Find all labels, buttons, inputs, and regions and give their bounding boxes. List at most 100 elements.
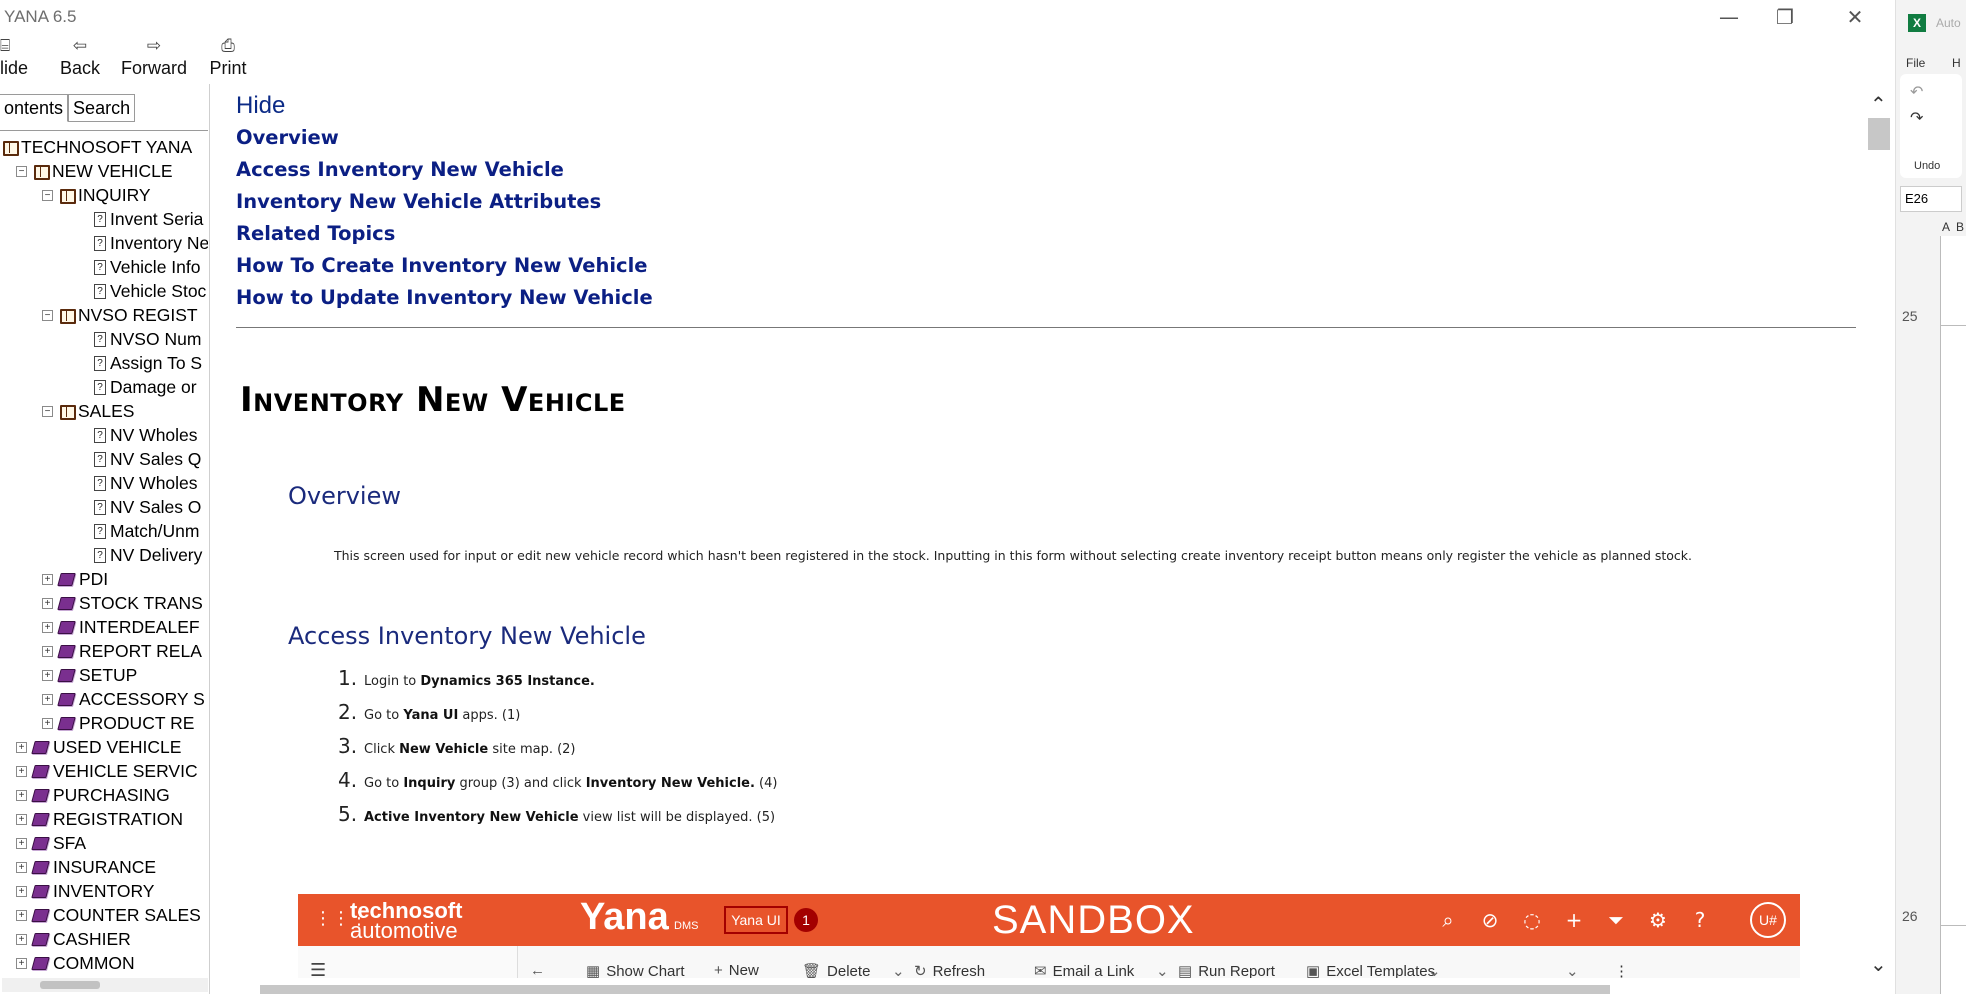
expand-icon[interactable]: + (16, 885, 27, 897)
closed-book-icon (57, 620, 76, 634)
hide-link[interactable]: Hide (236, 92, 285, 120)
tree-item-label: Invent Seria (110, 209, 204, 229)
expand-icon[interactable]: + (42, 717, 53, 729)
command-label: Delete (827, 962, 871, 980)
expand-icon[interactable]: + (16, 765, 27, 777)
back-button[interactable]: ⇦ Back (58, 34, 102, 82)
tree-item[interactable]: + REPORT RELA (42, 639, 202, 663)
tree-item[interactable]: − NVSO REGIST (42, 303, 198, 327)
command-label: Refresh (932, 962, 986, 980)
nav-horizontal-scrollbar[interactable] (2, 978, 208, 992)
nav-scroll-thumb[interactable] (40, 981, 100, 989)
step-fragment: Click (364, 742, 400, 757)
tree-item[interactable]: + ACCESSORY S (42, 687, 205, 711)
toc-link-access[interactable]: Access Inventory New Vehicle (236, 158, 564, 181)
tree-item[interactable]: + CASHIER (16, 927, 131, 951)
excel-col-a: A (1942, 220, 1951, 234)
tree-item[interactable]: ? NVSO Num (74, 327, 201, 351)
tree-item[interactable]: ? Vehicle Info (74, 255, 200, 279)
tree-item[interactable]: ? Match/Unm (74, 519, 199, 543)
tab-contents[interactable]: ontents (0, 94, 69, 122)
tree-item[interactable]: − SALES (42, 399, 134, 423)
tree-item[interactable]: ? Invent Seria (74, 207, 203, 231)
tree-item[interactable]: + PURCHASING (16, 783, 170, 807)
tree-item[interactable]: + PRODUCT RE (42, 711, 194, 735)
hide-button[interactable]: ⌸ lide (0, 34, 30, 82)
access-step: 4. Go to Inquiry group (3) and click Inve… (338, 768, 777, 792)
expand-icon[interactable]: + (42, 573, 53, 585)
tree-item[interactable]: ? Assign To S (74, 351, 202, 375)
tree-item[interactable]: ? NV Delivery (74, 543, 202, 567)
expand-icon[interactable]: + (42, 669, 53, 681)
tree-item[interactable]: + SETUP (42, 663, 137, 687)
open-book-icon (59, 308, 76, 324)
close-button[interactable]: ✕ (1826, 2, 1884, 32)
expand-icon[interactable]: + (16, 909, 27, 921)
minimize-button[interactable]: — (1700, 2, 1758, 32)
toc-link-how-to-create[interactable]: How To Create Inventory New Vehicle (236, 254, 648, 277)
expand-icon[interactable]: + (16, 837, 27, 849)
excel-name-box[interactable]: E26 (1900, 186, 1962, 212)
hide-button-label: lide (0, 58, 29, 78)
tree-item-label: COUNTER SALES (53, 905, 201, 925)
expand-icon[interactable]: + (16, 861, 27, 873)
tab-search[interactable]: Search (68, 94, 136, 122)
tree-item[interactable]: + USED VEHICLE (16, 735, 181, 759)
tree-item[interactable]: ? NV Sales O (74, 495, 201, 519)
content-hscroll-thumb[interactable] (260, 985, 1610, 994)
excel-tab-home[interactable]: H (1952, 56, 1961, 70)
expand-icon[interactable]: + (16, 813, 27, 825)
excel-grid[interactable] (1940, 236, 1966, 994)
excel-tab-file[interactable]: File (1906, 56, 1925, 70)
content-vertical-scrollbar[interactable]: ⌃ ⌄ (1864, 84, 1895, 994)
scroll-up-icon[interactable]: ⌃ (1870, 92, 1887, 116)
print-button[interactable]: ⎙ Print (206, 34, 250, 82)
expand-icon[interactable]: + (42, 597, 53, 609)
expand-icon[interactable]: + (42, 621, 53, 633)
collapse-icon[interactable]: − (42, 405, 53, 417)
tree-item[interactable]: TECHNOSOFT YANA (2, 135, 192, 159)
tree-item-label: CASHIER (53, 929, 131, 949)
expand-icon[interactable]: + (16, 957, 27, 969)
tree-item[interactable]: ? NV Wholes (74, 423, 198, 447)
expand-icon[interactable]: + (42, 645, 53, 657)
content-scroll-thumb[interactable] (1868, 118, 1890, 150)
collapse-icon[interactable]: − (16, 165, 27, 177)
expand-icon[interactable]: + (16, 789, 27, 801)
tree-item[interactable]: + INSURANCE (16, 855, 156, 879)
scroll-down-icon[interactable]: ⌄ (1870, 952, 1887, 976)
redo-icon[interactable]: ↷ (1910, 108, 1923, 128)
restore-button[interactable]: ❐ (1756, 2, 1814, 32)
tree-item[interactable]: − INQUIRY (42, 183, 151, 207)
tree-item[interactable]: − NEW VEHICLE (16, 159, 173, 183)
tree-item[interactable]: ? Damage or (74, 375, 197, 399)
tree-item[interactable]: + STOCK TRANS (42, 591, 203, 615)
undo-icon[interactable]: ↶ (1910, 82, 1923, 102)
tree-item[interactable]: ? Vehicle Stoc (74, 279, 206, 303)
help-icon: ? (1694, 908, 1706, 932)
tree-item[interactable]: ? NV Sales Q (74, 447, 201, 471)
expand-icon[interactable]: + (16, 741, 27, 753)
toc-link-attributes[interactable]: Inventory New Vehicle Attributes (236, 190, 601, 213)
tree-item[interactable]: ? Inventory Ne (74, 231, 208, 255)
expand-icon[interactable]: + (42, 693, 53, 705)
forward-button[interactable]: ⇨ Forward (118, 34, 190, 82)
tree-item[interactable]: ? NV Wholes (74, 471, 198, 495)
tree-item[interactable]: + REGISTRATION (16, 807, 183, 831)
tree-item[interactable]: + INVENTORY (16, 879, 154, 903)
expand-icon[interactable]: + (16, 933, 27, 945)
tree-item[interactable]: + COUNTER SALES (16, 903, 201, 927)
tree-item[interactable]: + VEHICLE SERVIC (16, 759, 198, 783)
collapse-icon[interactable]: − (42, 309, 53, 321)
toc-link-related-topics[interactable]: Related Topics (236, 222, 395, 245)
contents-tree[interactable]: TECHNOSOFT YANA − NEW VEHICLE − INQUIRY? Inve… (0, 130, 208, 972)
tree-item[interactable]: + COMMON (16, 951, 135, 972)
tree-item[interactable]: + INTERDEALEF (42, 615, 200, 639)
tree-item-label: STOCK TRANS (79, 593, 203, 613)
content-horizontal-scrollbar[interactable] (244, 978, 1864, 994)
toc-link-how-to-update[interactable]: How to Update Inventory New Vehicle (236, 286, 653, 309)
collapse-icon[interactable]: − (42, 189, 53, 201)
tree-item[interactable]: + SFA (16, 831, 86, 855)
toc-link-overview[interactable]: Overview (236, 126, 339, 149)
tree-item[interactable]: + PDI (42, 567, 108, 591)
